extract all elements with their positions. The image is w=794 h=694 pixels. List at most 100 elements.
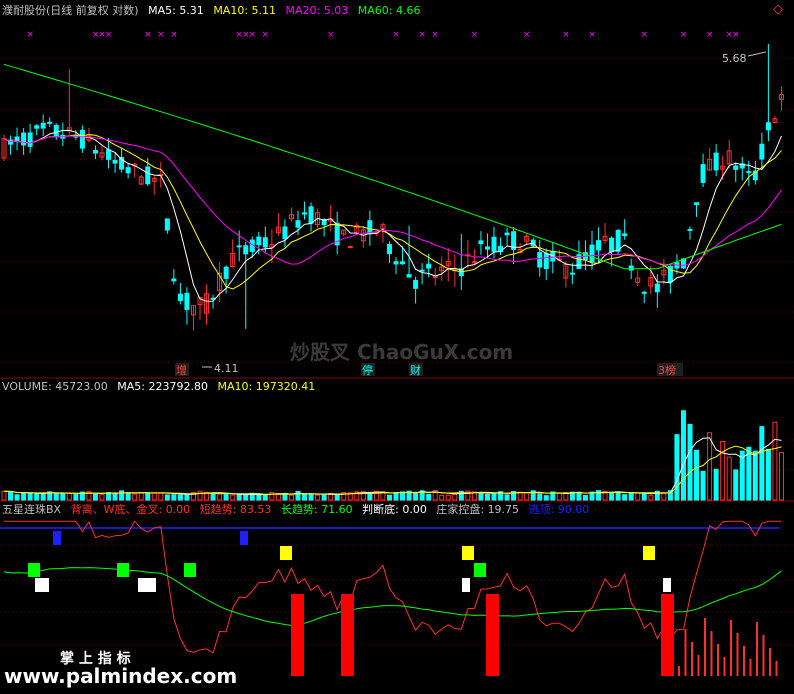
candle-body — [615, 229, 621, 252]
volume-bar — [609, 491, 615, 501]
volume-bar — [125, 492, 131, 501]
volume-bar — [393, 492, 399, 501]
volume-bar — [302, 493, 308, 501]
candle-body — [347, 246, 353, 249]
signal-block — [240, 531, 248, 545]
candle-body — [236, 245, 242, 248]
volume-bar — [707, 432, 713, 501]
control-bar — [749, 659, 752, 676]
volume-bar — [504, 494, 510, 501]
volume-bar — [210, 493, 216, 501]
candle-body — [713, 152, 719, 171]
candle-body — [79, 129, 85, 149]
candle-body — [478, 240, 484, 245]
signal-x-mark: × — [144, 30, 152, 40]
candle-body — [47, 121, 53, 124]
control-bar — [704, 618, 706, 676]
control-bar — [769, 648, 771, 676]
candle-body — [92, 150, 98, 154]
candle-body — [765, 122, 771, 131]
signal-block — [138, 578, 156, 592]
volume-bar — [576, 491, 582, 501]
control-bar — [743, 646, 745, 676]
volume-bar — [27, 492, 33, 501]
candle-body — [386, 244, 392, 255]
signal-red-bar — [341, 594, 354, 676]
volume-bar — [315, 494, 321, 501]
volume-bar — [334, 494, 340, 501]
control-bar — [697, 655, 700, 676]
signal-x-mark: × — [523, 30, 531, 40]
candle-body — [746, 171, 752, 174]
candle-body — [491, 236, 497, 252]
volume-bar — [295, 490, 301, 501]
volume-bar — [1, 490, 7, 501]
candle-body — [406, 274, 412, 278]
volume-ma5-line — [3, 437, 782, 496]
volume-bar — [739, 450, 745, 501]
volume-bar — [772, 421, 778, 501]
candle-body — [21, 132, 27, 146]
signal-block — [117, 563, 129, 577]
volume-bar — [556, 492, 562, 501]
signal-x-mark: × — [588, 30, 596, 40]
signal-block — [462, 546, 474, 560]
volume-bar — [73, 494, 79, 501]
volume-bar — [765, 448, 771, 501]
volume-bar — [99, 493, 105, 501]
volume-bar — [452, 493, 458, 501]
volume-bar — [171, 494, 177, 501]
candle-body — [680, 258, 686, 269]
candle-body — [243, 245, 249, 255]
volume-bar — [700, 470, 706, 501]
signal-block — [643, 546, 655, 560]
candle-body — [569, 272, 575, 275]
volume-bar — [119, 490, 125, 501]
candle-body — [295, 220, 301, 228]
signal-x-mark: × — [562, 30, 570, 40]
volume-bar — [262, 494, 268, 501]
volume-bar — [230, 494, 236, 501]
candle-body — [426, 263, 432, 269]
volume-bar — [197, 490, 203, 501]
candle-body — [53, 124, 59, 137]
high-price-label: 5.68 — [722, 52, 747, 65]
volume-bar — [66, 492, 72, 501]
candle-body — [504, 232, 510, 236]
candle-body — [654, 283, 660, 293]
control-bar — [736, 633, 739, 676]
candle-body — [308, 206, 314, 224]
candle-body — [223, 266, 229, 279]
volume-bar — [14, 494, 20, 501]
volume-bar — [288, 494, 294, 501]
candle-body — [302, 212, 308, 215]
volume-bar — [386, 494, 392, 501]
signal-red-bar — [291, 594, 304, 676]
candle-body — [609, 237, 615, 252]
candle-body — [419, 269, 425, 272]
volume-bar — [687, 423, 693, 501]
candle-body — [694, 202, 700, 205]
volume-bar — [752, 450, 758, 501]
signal-block — [184, 563, 196, 577]
candle-body — [628, 265, 634, 271]
candle-body — [14, 136, 20, 142]
volume-bar — [615, 492, 621, 501]
volume-bar — [413, 492, 419, 501]
volume-bar — [236, 494, 242, 501]
control-bar — [691, 642, 693, 676]
low-price-label: 4.11 — [214, 362, 239, 375]
volume-bar — [367, 492, 373, 501]
high-price-arrow — [747, 51, 767, 57]
volume-bar — [60, 493, 66, 501]
event-marker: 停 — [362, 363, 373, 377]
volume-bar — [726, 456, 732, 501]
volume-bar — [491, 492, 497, 501]
signal-x-mark: × — [640, 30, 648, 40]
signal-x-mark: × — [105, 30, 113, 40]
volume-bar — [759, 426, 765, 501]
volume-bar — [158, 492, 164, 501]
signal-x-mark: × — [431, 30, 439, 40]
signal-x-mark: × — [157, 30, 165, 40]
control-bar — [730, 620, 732, 676]
